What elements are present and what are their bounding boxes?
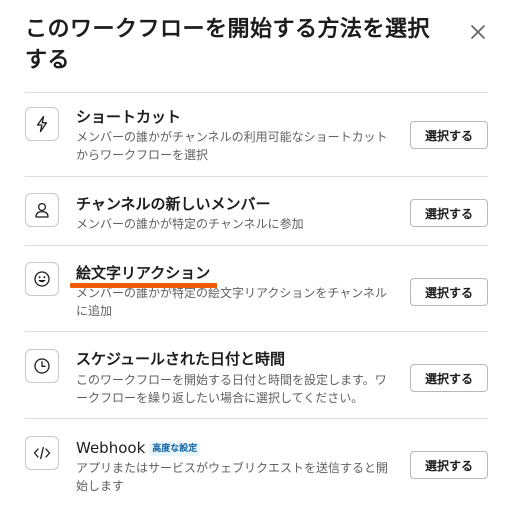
option-webhook: Webhook 高度な設定 アプリまたはサービスがウェブリクエストを送信すると開始… xyxy=(25,418,488,508)
option-description: アプリまたはサービスがウェブリクエストを送信すると開始します xyxy=(76,461,389,493)
option-description: メンバーの誰かが特定の絵文字リアクションをチャンネルに追加 xyxy=(76,286,388,318)
option-title: 絵文字リアクション xyxy=(76,264,211,282)
person-icon xyxy=(25,193,59,227)
emoji-icon xyxy=(25,262,59,296)
close-icon xyxy=(471,25,485,39)
option-title: チャンネルの新しいメンバー xyxy=(76,195,271,213)
option-title: スケジュールされた日付と時間 xyxy=(76,350,285,368)
option-description: このワークフローを開始する日付と時間を設定します。ワークフローを繰り返したい場合… xyxy=(76,373,387,405)
option-title: Webhook xyxy=(76,439,146,457)
option-scheduled-date-time: スケジュールされた日付と時間 このワークフローを開始する日付と時間を設定します。… xyxy=(25,331,488,418)
option-description: メンバーの誰かがチャンネルの利用可能なショートカットからワークフローを選択 xyxy=(76,130,388,162)
workflow-trigger-dialog: このワークフローを開始する方法を選択する ショートカット メンバーの誰かがチャン… xyxy=(0,0,513,518)
option-title: ショートカット xyxy=(76,108,182,126)
code-icon xyxy=(25,436,59,470)
option-shortcut: ショートカット メンバーの誰かがチャンネルの利用可能なショートカットからワークフ… xyxy=(25,92,488,176)
select-emoji-reaction-button[interactable]: 選択する xyxy=(410,278,488,306)
lightning-icon xyxy=(25,107,59,141)
select-schedule-button[interactable]: 選択する xyxy=(410,364,488,392)
option-title-wrapper: Webhook 高度な設定 xyxy=(76,438,201,458)
close-button[interactable] xyxy=(466,20,490,44)
option-description: メンバーの誰かが特定のチャンネルに参加 xyxy=(76,217,304,231)
select-shortcut-button[interactable]: 選択する xyxy=(410,121,488,149)
option-emoji-reaction: 絵文字リアクション メンバーの誰かが特定の絵文字リアクションをチャンネルに追加 … xyxy=(25,245,488,331)
select-new-member-button[interactable]: 選択する xyxy=(410,199,488,227)
advanced-settings-badge: 高度な設定 xyxy=(149,442,201,456)
select-webhook-button[interactable]: 選択する xyxy=(410,451,488,479)
highlight-underline xyxy=(70,283,217,288)
clock-icon xyxy=(25,349,59,383)
option-new-channel-member: チャンネルの新しいメンバー メンバーの誰かが特定のチャンネルに参加 選択する xyxy=(25,176,488,245)
dialog-title: このワークフローを開始する方法を選択する xyxy=(25,17,431,73)
